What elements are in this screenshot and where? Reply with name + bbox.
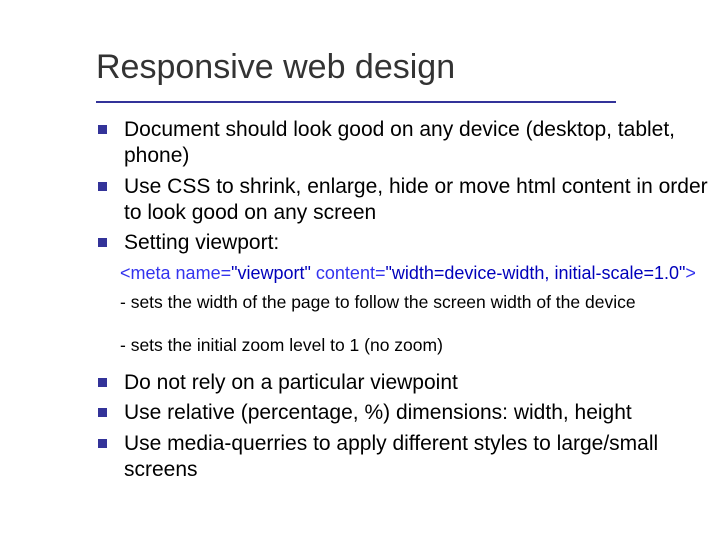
slide: Responsive web design Document should lo… bbox=[0, 0, 720, 540]
code-token: < bbox=[120, 263, 131, 283]
square-bullet-icon bbox=[98, 125, 107, 134]
square-bullet-icon bbox=[98, 408, 107, 417]
list-item-text: Use relative (percentage, %) dimensions:… bbox=[124, 401, 632, 424]
spacer bbox=[96, 360, 720, 370]
square-bullet-icon bbox=[98, 378, 107, 387]
code-snippet: <meta name="viewport" content="width=dev… bbox=[120, 262, 720, 285]
spacer bbox=[96, 318, 720, 328]
bullet-list-top: Document should look good on any device … bbox=[96, 117, 720, 256]
list-item-text: Setting viewport: bbox=[124, 231, 279, 254]
list-item: Setting viewport: bbox=[96, 230, 720, 256]
list-item: Use CSS to shrink, enlarge, hide or move… bbox=[96, 174, 720, 227]
code-token: > bbox=[685, 263, 696, 283]
list-item: Use relative (percentage, %) dimensions:… bbox=[96, 400, 720, 426]
list-item: Use media-querries to apply different st… bbox=[96, 431, 720, 484]
title-underline bbox=[96, 101, 616, 103]
code-token: meta bbox=[131, 263, 171, 283]
square-bullet-icon bbox=[98, 439, 107, 448]
list-item-text: Use CSS to shrink, enlarge, hide or move… bbox=[124, 175, 708, 224]
code-token: = bbox=[221, 263, 232, 283]
code-token: content bbox=[311, 263, 375, 283]
square-bullet-icon bbox=[98, 182, 107, 191]
bullet-list-bottom: Do not rely on a particular viewpoint Us… bbox=[96, 370, 720, 483]
code-token: "width=device-width, initial-scale=1.0" bbox=[385, 263, 685, 283]
list-item: Document should look good on any device … bbox=[96, 117, 720, 170]
list-item-text: Use media-querries to apply different st… bbox=[124, 432, 658, 481]
sub-note: - sets the width of the page to follow t… bbox=[120, 291, 720, 313]
code-token: name bbox=[171, 263, 221, 283]
slide-title: Responsive web design bbox=[96, 48, 720, 87]
sub-note: - sets the initial zoom level to 1 (no z… bbox=[120, 334, 720, 356]
list-item-text: Document should look good on any device … bbox=[124, 118, 675, 167]
list-item: Do not rely on a particular viewpoint bbox=[96, 370, 720, 396]
list-item-text: Do not rely on a particular viewpoint bbox=[124, 371, 458, 394]
square-bullet-icon bbox=[98, 238, 107, 247]
code-token: = bbox=[375, 263, 386, 283]
code-token: "viewport" bbox=[231, 263, 311, 283]
